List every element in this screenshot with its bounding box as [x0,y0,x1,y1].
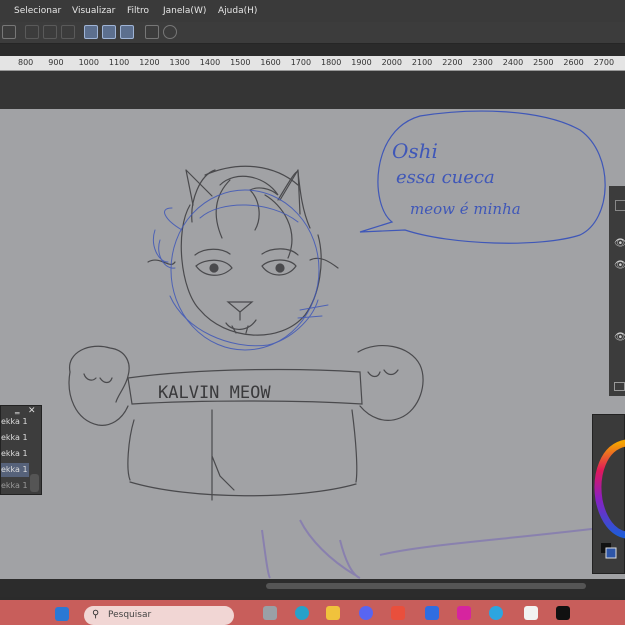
xd-app-icon[interactable] [556,606,570,620]
speech-line-2: essa cueca [396,167,495,188]
horizontal-ruler: 800 900 1000 1100 1200 1300 1400 1500 1600 1700 18… [0,56,625,71]
ruler-tick-label: 2200 [442,58,463,67]
color-wheel-panel [592,414,625,574]
microsoft-store-icon[interactable] [391,606,405,620]
line-mode-2-icon[interactable] [102,25,116,39]
ruler-tick-label: 1700 [290,58,312,67]
telegram-icon[interactable] [489,606,503,620]
ruler-tick-label: 2600 [563,58,584,67]
ruler-tick-label: 800 [18,58,34,67]
menu-janela[interactable]: Janela(W) [163,6,206,16]
search-icon: ⚲ [92,609,100,620]
right-dock-panel: 👁 👁 👁 [609,186,625,396]
ruler-tick-label: 2000 [381,58,402,67]
menu-bar: Selecionar Visualizar Filtro Janela(W) A… [0,0,625,23]
visibility-eye-icon[interactable]: 👁 [614,238,625,249]
ruler-tick-label: 1600 [260,58,281,67]
speech-line-3: meow é minha [410,200,521,218]
menu-visualizar[interactable]: Visualizar [72,6,115,16]
task-view-icon[interactable] [263,606,277,620]
ruler-tick-label: 1900 [351,58,372,67]
search-placeholder: Pesquisar [108,610,152,620]
file-explorer-icon[interactable] [326,606,340,620]
canvas-top-margin [0,71,625,109]
ruler-tick-label: 2400 [502,58,524,67]
ruler-tick-label: 2500 [533,58,554,67]
panel-menu-icon[interactable] [614,382,625,391]
drawing-canvas[interactable]: Oshi essa cueca meow é minha KALVIN MEOW [0,109,625,579]
speech-line-1: Oshi [392,139,438,163]
ruler-tick-label: 1500 [230,58,251,67]
layer-panel: ‗ ✕ ekka 1 ekka 1 ekka 1 ekka 1 ekka 1 [0,405,42,495]
tool-options-bar [0,22,625,44]
ruler-tick-label: 1300 [169,58,190,67]
layer-row[interactable]: ekka 1 [1,431,29,445]
help-icon[interactable] [163,25,177,39]
windows-start-icon[interactable] [55,607,69,621]
ruler-tick-label: 1000 [78,58,99,67]
ruler-tick-label: 1400 [199,58,221,67]
transform-icon[interactable] [2,25,16,39]
banner-text: KALVIN MEOW [158,383,271,403]
discord-icon[interactable] [359,606,373,620]
line-mode-1-icon[interactable] [84,25,98,39]
gradient-ruler-icon[interactable] [43,25,57,39]
menu-ajuda[interactable]: Ajuda(H) [218,6,257,16]
horizontal-scroll-thumb[interactable] [266,583,586,589]
ruler-tick-label: 2700 [593,58,615,67]
menu-selecionar[interactable]: Selecionar [14,6,61,16]
taskbar-search[interactable]: ⚲ Pesquisar [84,606,234,625]
frame-icon[interactable] [61,25,75,39]
3d-cube-icon[interactable] [145,25,159,39]
ruler-off-icon[interactable] [25,25,39,39]
layer-row-selected[interactable]: ekka 1 [1,463,29,477]
minimize-icon[interactable]: ‗ [15,405,20,415]
sketch-artwork: Oshi essa cueca meow é minha KALVIN MEOW [68,110,606,579]
app-icon[interactable] [425,606,439,620]
ruler-tick-label: 1200 [139,58,160,67]
line-mode-3-icon[interactable] [120,25,134,39]
visibility-eye-icon[interactable]: 👁 [614,332,625,343]
edge-browser-icon[interactable] [295,606,309,620]
color-wheel-icon[interactable] [593,415,625,575]
instagram-icon[interactable] [457,606,471,620]
clip-studio-icon[interactable] [524,606,538,620]
menu-filtro[interactable]: Filtro [127,6,149,16]
ruler-tick-label: 1800 [321,58,342,67]
layer-row[interactable]: ekka 1 [1,479,29,493]
close-icon[interactable]: ✕ [28,406,36,416]
layer-scrollbar[interactable] [30,474,39,492]
ruler-tick-label: 2300 [472,58,493,67]
ruler-tick-label: 2100 [411,58,433,67]
ruler-tick-label: 900 [48,58,64,67]
layer-row[interactable]: ekka 1 [1,447,29,461]
visibility-eye-icon[interactable]: 👁 [614,260,625,271]
ruler-tick-label: 1100 [108,58,130,67]
panel-icon[interactable] [615,200,625,211]
layer-row[interactable]: ekka 1 [1,415,29,429]
